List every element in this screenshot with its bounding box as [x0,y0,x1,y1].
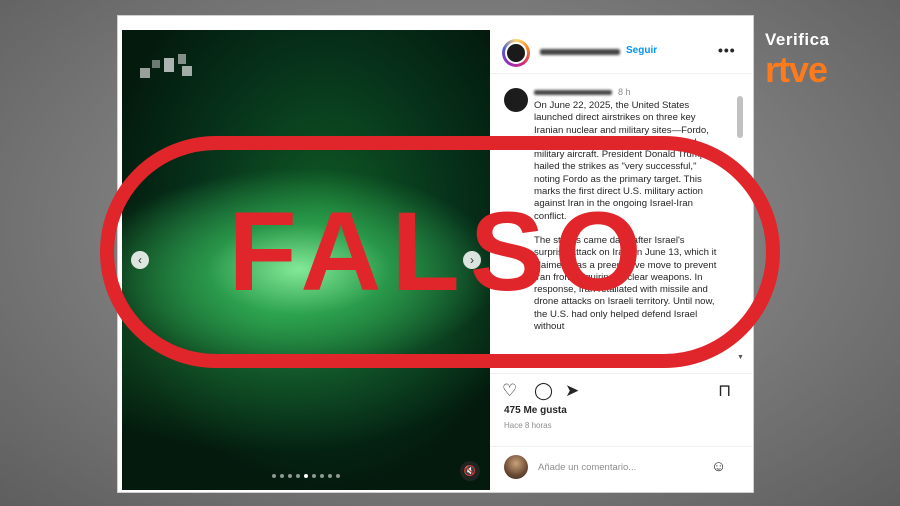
post-time: 8 h [618,87,631,97]
carousel-dot[interactable] [320,474,324,478]
smiley-icon[interactable]: ☺ [711,458,726,475]
bookmark-icon[interactable]: ⊓ [718,382,731,399]
more-options-icon[interactable]: ••• [718,42,736,58]
carousel-dot[interactable] [304,474,308,478]
speaker-muted-icon[interactable]: 🔇 [460,461,480,481]
carousel-dots [272,474,340,478]
post-age: Hace 8 horas [504,421,552,430]
viewer-avatar [504,455,528,479]
stamp-label: FALSO [228,189,652,314]
carousel-dot[interactable] [272,474,276,478]
follow-button[interactable]: Seguir [626,45,657,56]
heart-icon[interactable]: ♡ [502,382,517,399]
blurred-watermark [182,66,192,76]
verifica-rtve-logo: Verifica rtve [765,30,880,88]
scrollbar-thumb[interactable] [737,96,743,138]
post-header: Seguir ••• [490,30,752,74]
comment-bar: Añade un comentario... ☺ [490,446,752,490]
carousel-dot[interactable] [312,474,316,478]
brand-rtve: rtve [765,49,828,90]
blurred-watermark [140,68,150,78]
carousel-dot[interactable] [280,474,284,478]
send-icon[interactable]: ➤ [565,382,579,399]
scroll-down-arrow-icon[interactable]: ▼ [737,354,744,361]
carousel-dot[interactable] [288,474,292,478]
caption-author-avatar[interactable] [504,88,528,112]
author-avatar[interactable] [502,39,530,67]
blurred-watermark [164,58,174,72]
blurred-watermark [178,54,186,64]
carousel-dot[interactable] [336,474,340,478]
comment-input[interactable]: Añade un comentario... [538,462,636,473]
false-stamp: FALSO [100,136,780,368]
brand-verifica: Verifica [765,30,830,49]
likes-count[interactable]: 475 Me gusta [504,405,567,416]
carousel-dot[interactable] [328,474,332,478]
carousel-dot[interactable] [296,474,300,478]
author-name-blurred[interactable] [540,49,620,55]
caption-author-name-blurred[interactable] [534,90,612,95]
comment-icon[interactable]: ◯ [534,382,553,399]
blurred-watermark [152,60,160,68]
